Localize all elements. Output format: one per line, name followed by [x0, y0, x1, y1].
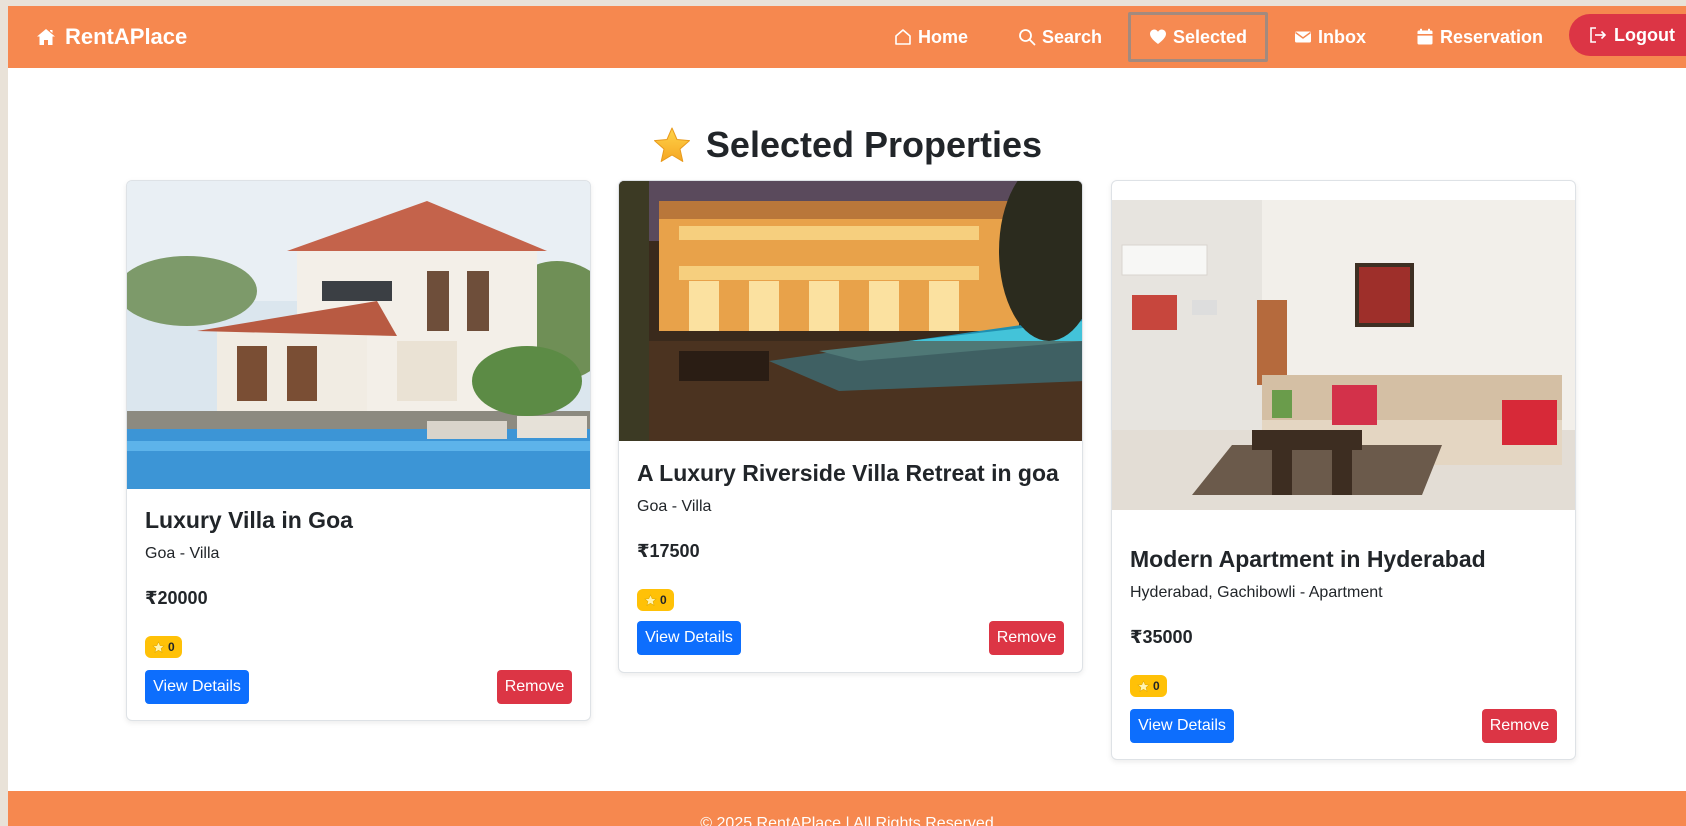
- logout-button[interactable]: Logout: [1569, 14, 1686, 56]
- nav-selected[interactable]: Selected: [1128, 12, 1269, 62]
- nav-selected-label: Selected: [1173, 26, 1248, 47]
- property-price: ₹17500: [637, 541, 700, 561]
- property-card: Luxury Villa in Goa Goa - Villa ₹20000 0…: [126, 180, 591, 721]
- nav-inbox-label: Inbox: [1318, 26, 1366, 47]
- star-icon: [152, 640, 165, 653]
- nav-inbox[interactable]: Inbox: [1294, 6, 1366, 68]
- brand-name: RentAPlace: [65, 24, 188, 49]
- page-title-text: Selected Properties: [705, 124, 1043, 165]
- property-location: Goa - Villa: [637, 498, 712, 515]
- rating-badge: 0: [1130, 675, 1167, 697]
- footer: © 2025 RentAPlace | All Rights Reserved: [8, 791, 1686, 826]
- footer-text: © 2025 RentAPlace | All Rights Reserved: [700, 815, 994, 826]
- logout-icon: [1590, 27, 1607, 43]
- nav-home[interactable]: Home: [894, 6, 968, 68]
- house-icon: [895, 29, 911, 45]
- nav-search-label: Search: [1042, 26, 1103, 47]
- page-title: Selected Properties: [8, 124, 1686, 166]
- view-details-button[interactable]: View Details: [637, 621, 741, 655]
- view-details-button[interactable]: View Details: [1130, 709, 1234, 743]
- envelope-icon: [1295, 31, 1311, 43]
- logout-label: Logout: [1614, 24, 1675, 45]
- remove-button[interactable]: Remove: [989, 621, 1064, 655]
- property-price: ₹20000: [145, 588, 208, 608]
- property-title: Luxury Villa in Goa: [145, 507, 353, 533]
- star-icon: [1137, 679, 1150, 692]
- star-icon: [653, 127, 690, 162]
- property-location: Hyderabad, Gachibowli - Apartment: [1130, 584, 1383, 601]
- view-details-button[interactable]: View Details: [145, 670, 249, 704]
- property-card: Modern Apartment in Hyderabad Hyderabad,…: [1111, 180, 1576, 760]
- calendar-icon: [1417, 28, 1433, 45]
- property-image[interactable]: [619, 181, 1082, 441]
- property-image[interactable]: [127, 181, 590, 489]
- rating-value: 0: [660, 593, 667, 607]
- remove-button[interactable]: Remove: [1482, 709, 1557, 743]
- nav-home-label: Home: [918, 26, 969, 47]
- property-image[interactable]: [1112, 200, 1575, 510]
- property-card: A Luxury Riverside Villa Retreat in goa …: [618, 180, 1083, 673]
- nav-reservation-label: Reservation: [1440, 26, 1544, 47]
- brand-logo[interactable]: RentAPlace: [36, 6, 187, 68]
- app-window: RentAPlace Home Search Selected Inbox Re…: [8, 6, 1686, 826]
- rating-value: 0: [1153, 679, 1160, 693]
- nav-reservation[interactable]: Reservation: [1416, 6, 1543, 68]
- property-price: ₹35000: [1130, 627, 1193, 647]
- heart-icon: [1150, 29, 1166, 44]
- remove-button[interactable]: Remove: [497, 670, 572, 704]
- rating-badge: 0: [637, 589, 674, 611]
- star-icon: [644, 593, 657, 606]
- property-title: A Luxury Riverside Villa Retreat in goa: [637, 460, 1059, 486]
- rating-badge: 0: [145, 636, 182, 658]
- house-icon: [37, 29, 55, 45]
- search-icon: [1019, 29, 1036, 46]
- top-navbar: RentAPlace Home Search Selected Inbox Re…: [8, 6, 1686, 68]
- property-title: Modern Apartment in Hyderabad: [1130, 546, 1486, 572]
- rating-value: 0: [168, 640, 175, 654]
- nav-search[interactable]: Search: [1018, 6, 1102, 68]
- property-location: Goa - Villa: [145, 545, 220, 562]
